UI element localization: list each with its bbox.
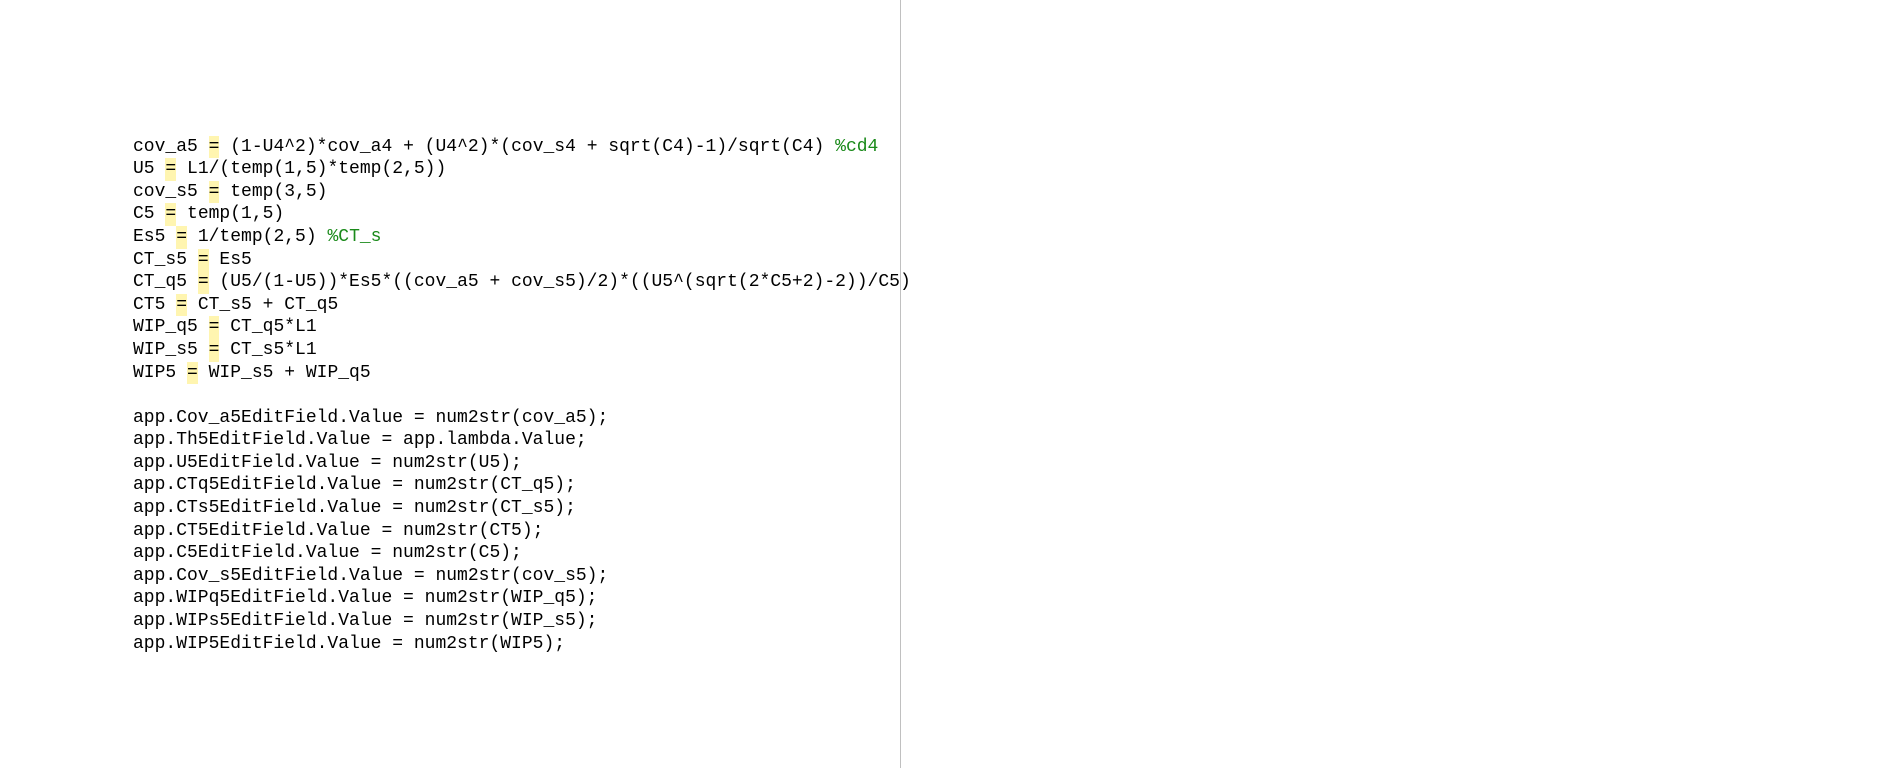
code-line[interactable]: app.U5EditField.Value = num2str(U5); <box>133 452 1895 475</box>
code-text: app.C5EditField.Value = num2str(C5); <box>133 543 522 563</box>
code-text: app.Th5EditField.Value = app.lambda.Valu… <box>133 430 587 450</box>
code-line[interactable]: C5 = temp(1,5) <box>133 203 1895 226</box>
warning-highlight: = <box>165 158 176 181</box>
warning-highlight: = <box>198 249 209 272</box>
warning-highlight: = <box>209 181 220 204</box>
code-line[interactable]: app.Cov_a5EditField.Value = num2str(cov_… <box>133 407 1895 430</box>
warning-highlight: = <box>176 226 187 249</box>
code-text: app.WIP5EditField.Value = num2str(WIP5); <box>133 634 565 654</box>
code-text: CT_s5 <box>133 250 198 270</box>
warning-highlight: = <box>176 294 187 317</box>
code-line[interactable]: WIP5 = WIP_s5 + WIP_q5 <box>133 362 1895 385</box>
code-text: Es5 <box>209 250 252 270</box>
code-line[interactable]: app.C5EditField.Value = num2str(C5); <box>133 542 1895 565</box>
code-text: CT_q5*L1 <box>219 317 316 337</box>
code-text: app.U5EditField.Value = num2str(U5); <box>133 453 522 473</box>
code-text: C5 <box>133 204 165 224</box>
code-text: CT5 <box>133 295 176 315</box>
warning-highlight: = <box>198 271 209 294</box>
warning-highlight: = <box>165 203 176 226</box>
code-text: app.CTs5EditField.Value = num2str(CT_s5)… <box>133 498 576 518</box>
code-text: app.CT5EditField.Value = num2str(CT5); <box>133 521 543 541</box>
code-line[interactable]: cov_s5 = temp(3,5) <box>133 181 1895 204</box>
code-line[interactable]: WIP_s5 = CT_s5*L1 <box>133 339 1895 362</box>
code-comment: %CT_s <box>327 227 381 247</box>
code-line[interactable] <box>133 384 1895 407</box>
code-text: 1/temp(2,5) <box>187 227 327 247</box>
code-text: (1-U4^2)*cov_a4 + (U4^2)*(cov_s4 + sqrt(… <box>219 137 835 157</box>
code-comment: %cd4 <box>835 137 878 157</box>
code-text: WIP_s5 + WIP_q5 <box>198 363 371 383</box>
code-line[interactable]: CT_q5 = (U5/(1-U5))*Es5*((cov_a5 + cov_s… <box>133 271 1895 294</box>
code-text: temp(1,5) <box>176 204 284 224</box>
code-line[interactable]: Es5 = 1/temp(2,5) %CT_s <box>133 226 1895 249</box>
code-line[interactable]: app.WIP5EditField.Value = num2str(WIP5); <box>133 633 1895 656</box>
code-text: CT_q5 <box>133 272 198 292</box>
code-editor-content[interactable]: cov_a5 = (1-U4^2)*cov_a4 + (U4^2)*(cov_s… <box>133 136 1895 656</box>
code-line[interactable]: app.CTq5EditField.Value = num2str(CT_q5)… <box>133 474 1895 497</box>
code-text: cov_a5 <box>133 137 209 157</box>
code-line[interactable]: app.WIPq5EditField.Value = num2str(WIP_q… <box>133 587 1895 610</box>
code-line[interactable]: app.Th5EditField.Value = app.lambda.Valu… <box>133 429 1895 452</box>
code-text: Es5 <box>133 227 176 247</box>
code-text: CT_s5*L1 <box>219 340 316 360</box>
code-text: app.WIPs5EditField.Value = num2str(WIP_s… <box>133 611 597 631</box>
code-text: temp(3,5) <box>219 182 327 202</box>
code-line[interactable]: cov_a5 = (1-U4^2)*cov_a4 + (U4^2)*(cov_s… <box>133 136 1895 159</box>
code-line[interactable]: CT5 = CT_s5 + CT_q5 <box>133 294 1895 317</box>
code-line[interactable]: app.CTs5EditField.Value = num2str(CT_s5)… <box>133 497 1895 520</box>
code-line[interactable]: U5 = L1/(temp(1,5)*temp(2,5)) <box>133 158 1895 181</box>
code-text: app.WIPq5EditField.Value = num2str(WIP_q… <box>133 588 597 608</box>
warning-highlight: = <box>209 339 220 362</box>
code-text: app.Cov_a5EditField.Value = num2str(cov_… <box>133 408 608 428</box>
code-line[interactable]: CT_s5 = Es5 <box>133 249 1895 272</box>
code-text: app.Cov_s5EditField.Value = num2str(cov_… <box>133 566 608 586</box>
code-line[interactable]: app.WIPs5EditField.Value = num2str(WIP_s… <box>133 610 1895 633</box>
code-text: cov_s5 <box>133 182 209 202</box>
code-text: (U5/(1-U5))*Es5*((cov_a5 + cov_s5)/2)*((… <box>209 272 911 292</box>
warning-highlight: = <box>209 316 220 339</box>
code-text: L1/(temp(1,5)*temp(2,5)) <box>176 159 446 179</box>
code-line[interactable]: app.Cov_s5EditField.Value = num2str(cov_… <box>133 565 1895 588</box>
column-ruler <box>900 0 901 768</box>
warning-highlight: = <box>209 136 220 159</box>
code-line[interactable]: app.CT5EditField.Value = num2str(CT5); <box>133 520 1895 543</box>
warning-highlight: = <box>187 362 198 385</box>
code-line[interactable]: WIP_q5 = CT_q5*L1 <box>133 316 1895 339</box>
code-text: app.CTq5EditField.Value = num2str(CT_q5)… <box>133 475 576 495</box>
code-text: CT_s5 + CT_q5 <box>187 295 338 315</box>
code-text: WIP_s5 <box>133 340 209 360</box>
code-text: U5 <box>133 159 165 179</box>
code-text: WIP5 <box>133 363 187 383</box>
code-text: WIP_q5 <box>133 317 209 337</box>
